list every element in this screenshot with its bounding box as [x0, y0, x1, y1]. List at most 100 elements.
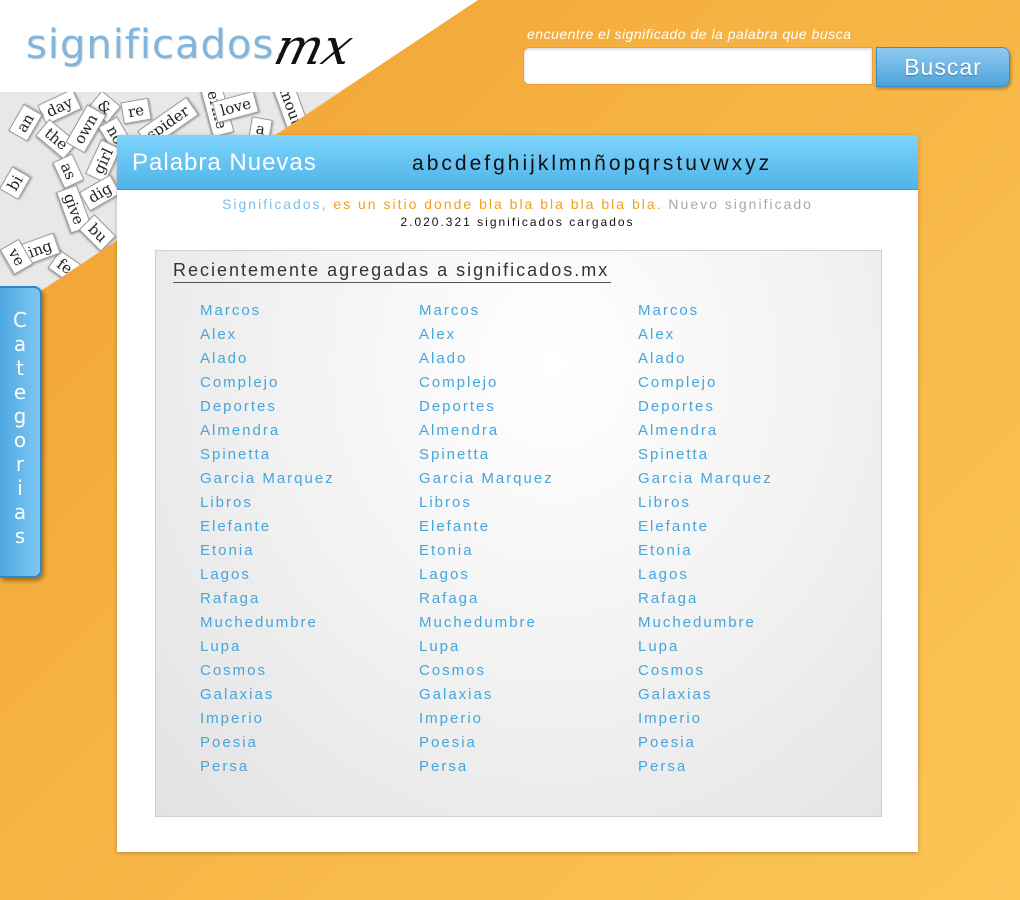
recent-word-link[interactable]: Garcia Marquez — [200, 467, 335, 491]
alphabet-letter-w[interactable]: w — [713, 152, 731, 176]
recent-word-link[interactable]: Alex — [638, 323, 773, 347]
recent-word-link[interactable]: Etonia — [638, 539, 773, 563]
recent-word-link[interactable]: Alado — [638, 347, 773, 371]
recent-word-link[interactable]: Marcos — [419, 299, 554, 323]
alphabet-letter-k[interactable]: k — [538, 152, 552, 176]
recent-word-link[interactable]: Spinetta — [638, 443, 773, 467]
alphabet-letter-m[interactable]: m — [559, 152, 580, 176]
recent-word-link[interactable]: Imperio — [200, 707, 335, 731]
alphabet-letter-a[interactable]: a — [412, 152, 427, 176]
recent-word-link[interactable]: Elefante — [638, 515, 773, 539]
recent-word-link[interactable]: Imperio — [638, 707, 773, 731]
recent-word-link[interactable]: Complejo — [419, 371, 554, 395]
recent-word-link[interactable]: Etonia — [419, 539, 554, 563]
recent-word-link[interactable]: Almendra — [638, 419, 773, 443]
recent-word-link[interactable]: Deportes — [200, 395, 335, 419]
recent-word-link[interactable]: Almendra — [419, 419, 554, 443]
recent-word-link[interactable]: Etonia — [200, 539, 335, 563]
alphabet-letter-y[interactable]: y — [745, 152, 759, 176]
alphabet-letter-j[interactable]: j — [530, 152, 538, 176]
alphabet-letter-c[interactable]: c — [441, 152, 455, 176]
recent-word-link[interactable]: Poesia — [638, 731, 773, 755]
recent-word-link[interactable]: Poesia — [200, 731, 335, 755]
alphabet-letter-o[interactable]: o — [609, 152, 624, 176]
alphabet-letter-x[interactable]: x — [732, 152, 746, 176]
recent-word-link[interactable]: Spinetta — [200, 443, 335, 467]
categories-tab-letter: r — [15, 452, 25, 476]
recent-word-link[interactable]: Marcos — [638, 299, 773, 323]
recent-word-link[interactable]: Persa — [200, 755, 335, 779]
recent-word-link[interactable]: Persa — [419, 755, 554, 779]
recent-word-link[interactable]: Galaxias — [419, 683, 554, 707]
word-tile: as — [52, 153, 85, 189]
recent-word-link[interactable]: Complejo — [638, 371, 773, 395]
alphabet-letter-u[interactable]: u — [685, 152, 700, 176]
alphabet-letter-t[interactable]: t — [676, 152, 685, 176]
search-button[interactable]: Buscar — [876, 47, 1010, 87]
alphabet-letter-h[interactable]: h — [508, 152, 523, 176]
recent-word-link[interactable]: Garcia Marquez — [638, 467, 773, 491]
alphabet-letter-i[interactable]: i — [522, 152, 530, 176]
recent-word-link[interactable]: Muchedumbre — [200, 611, 335, 635]
recent-word-link[interactable]: Libros — [419, 491, 554, 515]
recent-word-link[interactable]: Alex — [200, 323, 335, 347]
alphabet-letter-l[interactable]: l — [551, 152, 559, 176]
recent-word-link[interactable]: Persa — [638, 755, 773, 779]
alphabet-letter-p[interactable]: p — [624, 152, 639, 176]
alphabet-letter-v[interactable]: v — [700, 152, 714, 176]
recent-word-link[interactable]: Alado — [200, 347, 335, 371]
recent-word-link[interactable]: Lupa — [638, 635, 773, 659]
recent-word-link[interactable]: Poesia — [419, 731, 554, 755]
alphabet-letter-s[interactable]: s — [663, 152, 677, 176]
recent-word-link[interactable]: Garcia Marquez — [419, 467, 554, 491]
recent-word-link[interactable]: Lupa — [200, 635, 335, 659]
recent-word-link[interactable]: Muchedumbre — [419, 611, 554, 635]
recent-word-link[interactable]: Elefante — [200, 515, 335, 539]
recent-word-link[interactable]: Lagos — [200, 563, 335, 587]
recent-word-link[interactable]: Rafaga — [638, 587, 773, 611]
recent-word-link[interactable]: Cosmos — [200, 659, 335, 683]
recent-word-link[interactable]: Deportes — [638, 395, 773, 419]
recent-word-link[interactable]: Cosmos — [419, 659, 554, 683]
alphabet-letter-z[interactable]: z — [759, 152, 773, 176]
recent-word-link[interactable]: Spinetta — [419, 443, 554, 467]
categories-tab[interactable]: Categorias — [0, 286, 42, 578]
recent-word-link[interactable]: Alex — [419, 323, 554, 347]
recent-word-link[interactable]: Alado — [419, 347, 554, 371]
alphabet-letter-q[interactable]: q — [638, 152, 653, 176]
recent-word-link[interactable]: Almendra — [200, 419, 335, 443]
search-input[interactable] — [523, 47, 873, 85]
recent-word-link[interactable]: Libros — [200, 491, 335, 515]
categories-tab-letter: e — [13, 380, 27, 404]
recent-word-link[interactable]: Complejo — [200, 371, 335, 395]
alphabet-letter-e[interactable]: e — [470, 152, 485, 176]
meanings-count: 2.020.321 significados cargados — [400, 215, 635, 229]
recent-word-link[interactable]: Deportes — [419, 395, 554, 419]
recent-word-link[interactable]: Rafaga — [419, 587, 554, 611]
recent-word-link[interactable]: Muchedumbre — [638, 611, 773, 635]
word-tile: fear — [47, 249, 96, 293]
recent-word-link[interactable]: Lagos — [638, 563, 773, 587]
recent-word-link[interactable]: Rafaga — [200, 587, 335, 611]
new-meaning-link[interactable]: Nuevo significado — [668, 196, 813, 212]
recent-word-link[interactable]: Libros — [638, 491, 773, 515]
alphabet-letter-f[interactable]: f — [484, 152, 493, 176]
alphabet-letter-ñ[interactable]: ñ — [594, 152, 609, 176]
alphabet-letter-b[interactable]: b — [427, 152, 442, 176]
word-tile: girl — [85, 138, 122, 184]
alphabet-letter-r[interactable]: r — [653, 152, 663, 176]
recent-word-link[interactable]: Imperio — [419, 707, 554, 731]
recent-word-link[interactable]: Galaxias — [200, 683, 335, 707]
panel-title: Palabra Nuevas — [132, 149, 317, 176]
recent-word-link[interactable]: Lagos — [419, 563, 554, 587]
recent-word-link[interactable]: Lupa — [419, 635, 554, 659]
recent-words-box: Recientemente agregadas a significados.m… — [155, 250, 882, 817]
alphabet-letter-n[interactable]: n — [579, 152, 594, 176]
alphabet-letter-d[interactable]: d — [455, 152, 470, 176]
recent-word-link[interactable]: Galaxias — [638, 683, 773, 707]
site-logo[interactable]: significados. mx — [26, 18, 359, 82]
recent-word-link[interactable]: Marcos — [200, 299, 335, 323]
recent-word-link[interactable]: Cosmos — [638, 659, 773, 683]
recent-word-link[interactable]: Elefante — [419, 515, 554, 539]
alphabet-letter-g[interactable]: g — [493, 152, 508, 176]
